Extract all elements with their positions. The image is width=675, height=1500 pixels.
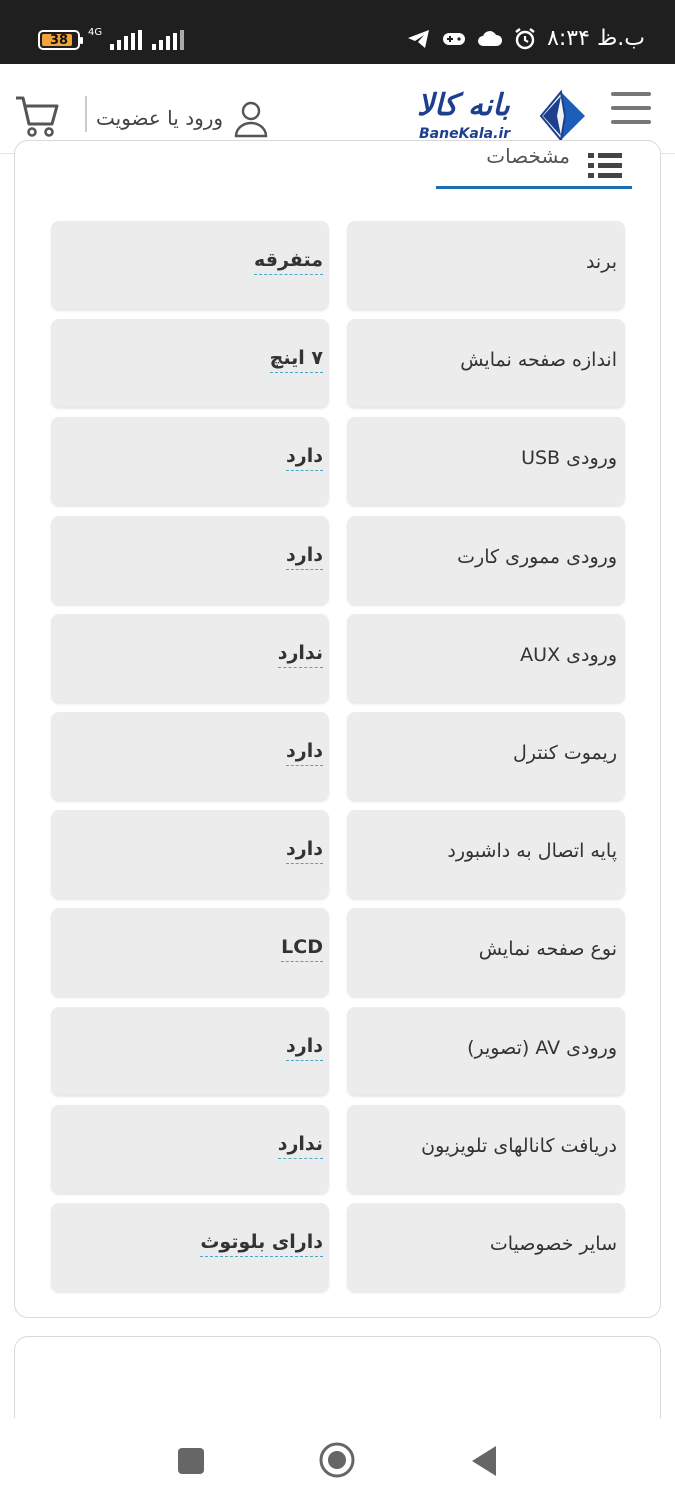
spec-value-cell: ندارد [51, 613, 329, 702]
clock: ۸:۳۴ ب.ظ [547, 26, 645, 51]
spec-value-link[interactable]: دارد [286, 1035, 323, 1061]
spec-value-cell: LCD [51, 908, 329, 997]
logo-text: بانه کالا [417, 88, 510, 123]
spec-value-cell: دارای بلوتوث [51, 1202, 329, 1291]
spec-label: دریافت کانالهای تلویزیون [421, 1134, 617, 1157]
spec-value-link[interactable]: متفرقه [254, 249, 323, 275]
spec-row: نوع صفحه نمایش LCD [51, 908, 625, 997]
spec-row: دریافت کانالهای تلویزیون ندارد [51, 1104, 625, 1193]
specs-card: مشخصات برند متفرقه اندازه صفحه نمایش ۷ ا… [14, 140, 661, 1318]
cloud-icon [478, 30, 503, 46]
spec-label-cell: ریموت کنترل [347, 711, 625, 800]
back-button-icon[interactable] [470, 1444, 498, 1478]
spec-label: ریموت کنترل [513, 741, 617, 764]
cart-icon[interactable] [14, 94, 60, 138]
user-icon [234, 101, 268, 138]
spec-value-link[interactable]: ۷ اینچ [269, 347, 323, 374]
spec-label: اندازه صفحه نمایش [460, 349, 617, 372]
specs-tab[interactable]: مشخصات [436, 141, 632, 189]
recents-button-icon[interactable] [178, 1448, 204, 1474]
spec-value-cell: دارد [51, 417, 329, 506]
specs-title: مشخصات [486, 144, 570, 168]
battery-icon: 38 [38, 30, 83, 50]
spec-value-cell: دارد [51, 515, 329, 604]
spec-value-link[interactable]: دارد [286, 838, 323, 865]
spec-label: ورودی AV (تصویر) [467, 1036, 617, 1059]
gamepad-icon [443, 32, 466, 45]
spec-label-cell: اندازه صفحه نمایش [347, 319, 625, 408]
spec-label-cell: ورودی مموری کارت [347, 515, 625, 604]
status-bar: 38 4G ۸:۳۴ ب.ظ [0, 0, 675, 64]
spec-value-link[interactable]: LCD [281, 936, 323, 963]
spec-row: ورودی مموری کارت دارد [51, 515, 625, 604]
spec-label: سایر خصوصیات [489, 1232, 617, 1255]
hamburger-menu-icon[interactable] [611, 92, 651, 126]
spec-label: ورودی مموری کارت [457, 545, 617, 568]
telegram-icon [408, 29, 430, 48]
spec-row: ورودی AUX ندارد [51, 613, 625, 702]
spec-label-cell: نوع صفحه نمایش [347, 908, 625, 997]
spec-value-cell: ندارد [51, 1104, 329, 1193]
spec-row: ورودی AV (تصویر) دارد [51, 1006, 625, 1095]
header-divider [85, 96, 87, 132]
signal-icon [110, 30, 143, 50]
spec-row: سایر خصوصیات دارای بلوتوث [51, 1202, 625, 1291]
status-right: ۸:۳۴ ب.ظ [407, 26, 645, 51]
spec-value-link[interactable]: دارد [286, 740, 323, 766]
spec-label: پایه اتصال به داشبورد [447, 840, 617, 863]
spec-row: پایه اتصال به داشبورد دارد [51, 810, 625, 899]
signal-icon-2 [152, 30, 185, 50]
alarm-icon [515, 27, 535, 49]
login-button[interactable]: ورود یا عضویت [96, 98, 271, 138]
spec-label-cell: برند [347, 221, 625, 309]
home-button-icon[interactable] [318, 1441, 356, 1479]
battery-level: 38 [49, 32, 69, 48]
site-logo[interactable]: بانه کالا BaneKala.ir [417, 86, 587, 142]
spec-label: ورودی AUX [520, 643, 617, 666]
spec-label: نوع صفحه نمایش [478, 938, 617, 961]
spec-value-link[interactable]: ندارد [277, 1133, 323, 1159]
spec-value-cell: ۷ اینچ [51, 319, 329, 408]
spec-value-link[interactable]: ندارد [277, 642, 323, 668]
spec-value-cell: دارد [51, 810, 329, 899]
spec-row: اندازه صفحه نمایش ۷ اینچ [51, 319, 625, 408]
spec-row: ورودی USB دارد [51, 417, 625, 506]
spec-value-link[interactable]: دارای بلوتوث [200, 1231, 323, 1257]
login-label: ورود یا عضویت [96, 106, 224, 130]
spec-label: برند [585, 251, 617, 273]
list-icon [588, 153, 622, 178]
spec-label-cell: ورودی AUX [347, 613, 625, 702]
status-left: 38 4G [38, 26, 186, 50]
spec-row: برند متفرقه [51, 221, 625, 309]
logo-mark-icon [539, 90, 585, 142]
spec-value-cell: دارد [51, 711, 329, 800]
network-type: 4G [88, 26, 103, 38]
system-nav-bar [0, 1418, 675, 1500]
spec-value-link[interactable]: دارد [286, 544, 323, 570]
spec-label-cell: دریافت کانالهای تلویزیون [347, 1104, 625, 1193]
spec-label-cell: سایر خصوصیات [347, 1202, 625, 1291]
spec-label: ورودی USB [521, 447, 617, 470]
specs-table: برند متفرقه اندازه صفحه نمایش ۷ اینچ ورو… [51, 221, 625, 1301]
spec-label-cell: ورودی USB [347, 417, 625, 506]
spec-value-link[interactable]: دارد [286, 445, 323, 472]
spec-value-cell: متفرقه [51, 221, 329, 309]
spec-label-cell: ورودی AV (تصویر) [347, 1006, 625, 1095]
spec-label-cell: پایه اتصال به داشبورد [347, 810, 625, 899]
spec-row: ریموت کنترل دارد [51, 711, 625, 800]
spec-value-cell: دارد [51, 1006, 329, 1095]
